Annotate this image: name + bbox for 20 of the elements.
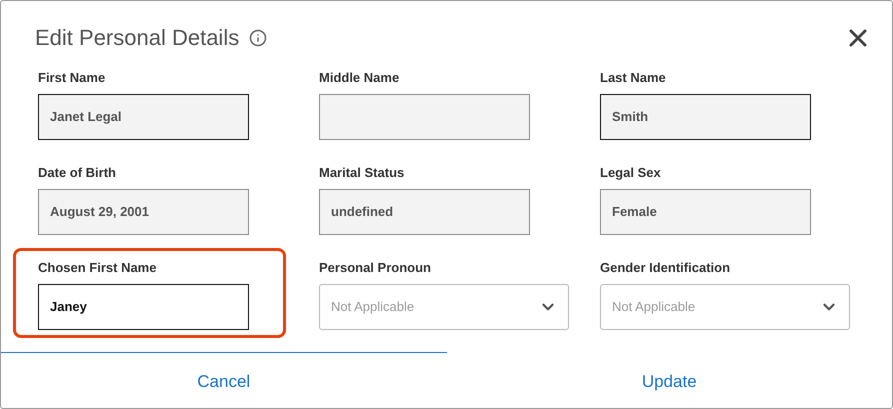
field-label: Legal Sex <box>600 164 662 181</box>
input-field[interactable]: Smith <box>600 94 811 140</box>
field-label: Personal Pronoun <box>319 259 432 276</box>
field-label: Date of Birth <box>38 164 117 181</box>
input-field[interactable]: August 29, 2001 <box>38 189 249 235</box>
input-field[interactable]: undefined <box>319 189 530 235</box>
input-field[interactable]: Janey <box>38 284 249 330</box>
field-label: Gender Identification <box>600 259 732 276</box>
input-field[interactable]: Janet Legal <box>38 94 249 140</box>
field-label: Marital Status <box>319 164 406 181</box>
footer-button[interactable]: Update <box>446 352 892 408</box>
field-label: First Name <box>38 69 106 86</box>
input-field[interactable]: Female <box>600 189 811 235</box>
field-label: Chosen First Name <box>38 259 158 276</box>
info-icon[interactable] <box>249 28 268 46</box>
field-label: Middle Name <box>319 69 400 86</box>
field-label: Last Name <box>600 69 667 86</box>
input-field[interactable] <box>319 94 530 140</box>
dialog-title: Edit Personal Details <box>35 24 240 52</box>
footer-button[interactable]: Cancel <box>1 352 446 408</box>
